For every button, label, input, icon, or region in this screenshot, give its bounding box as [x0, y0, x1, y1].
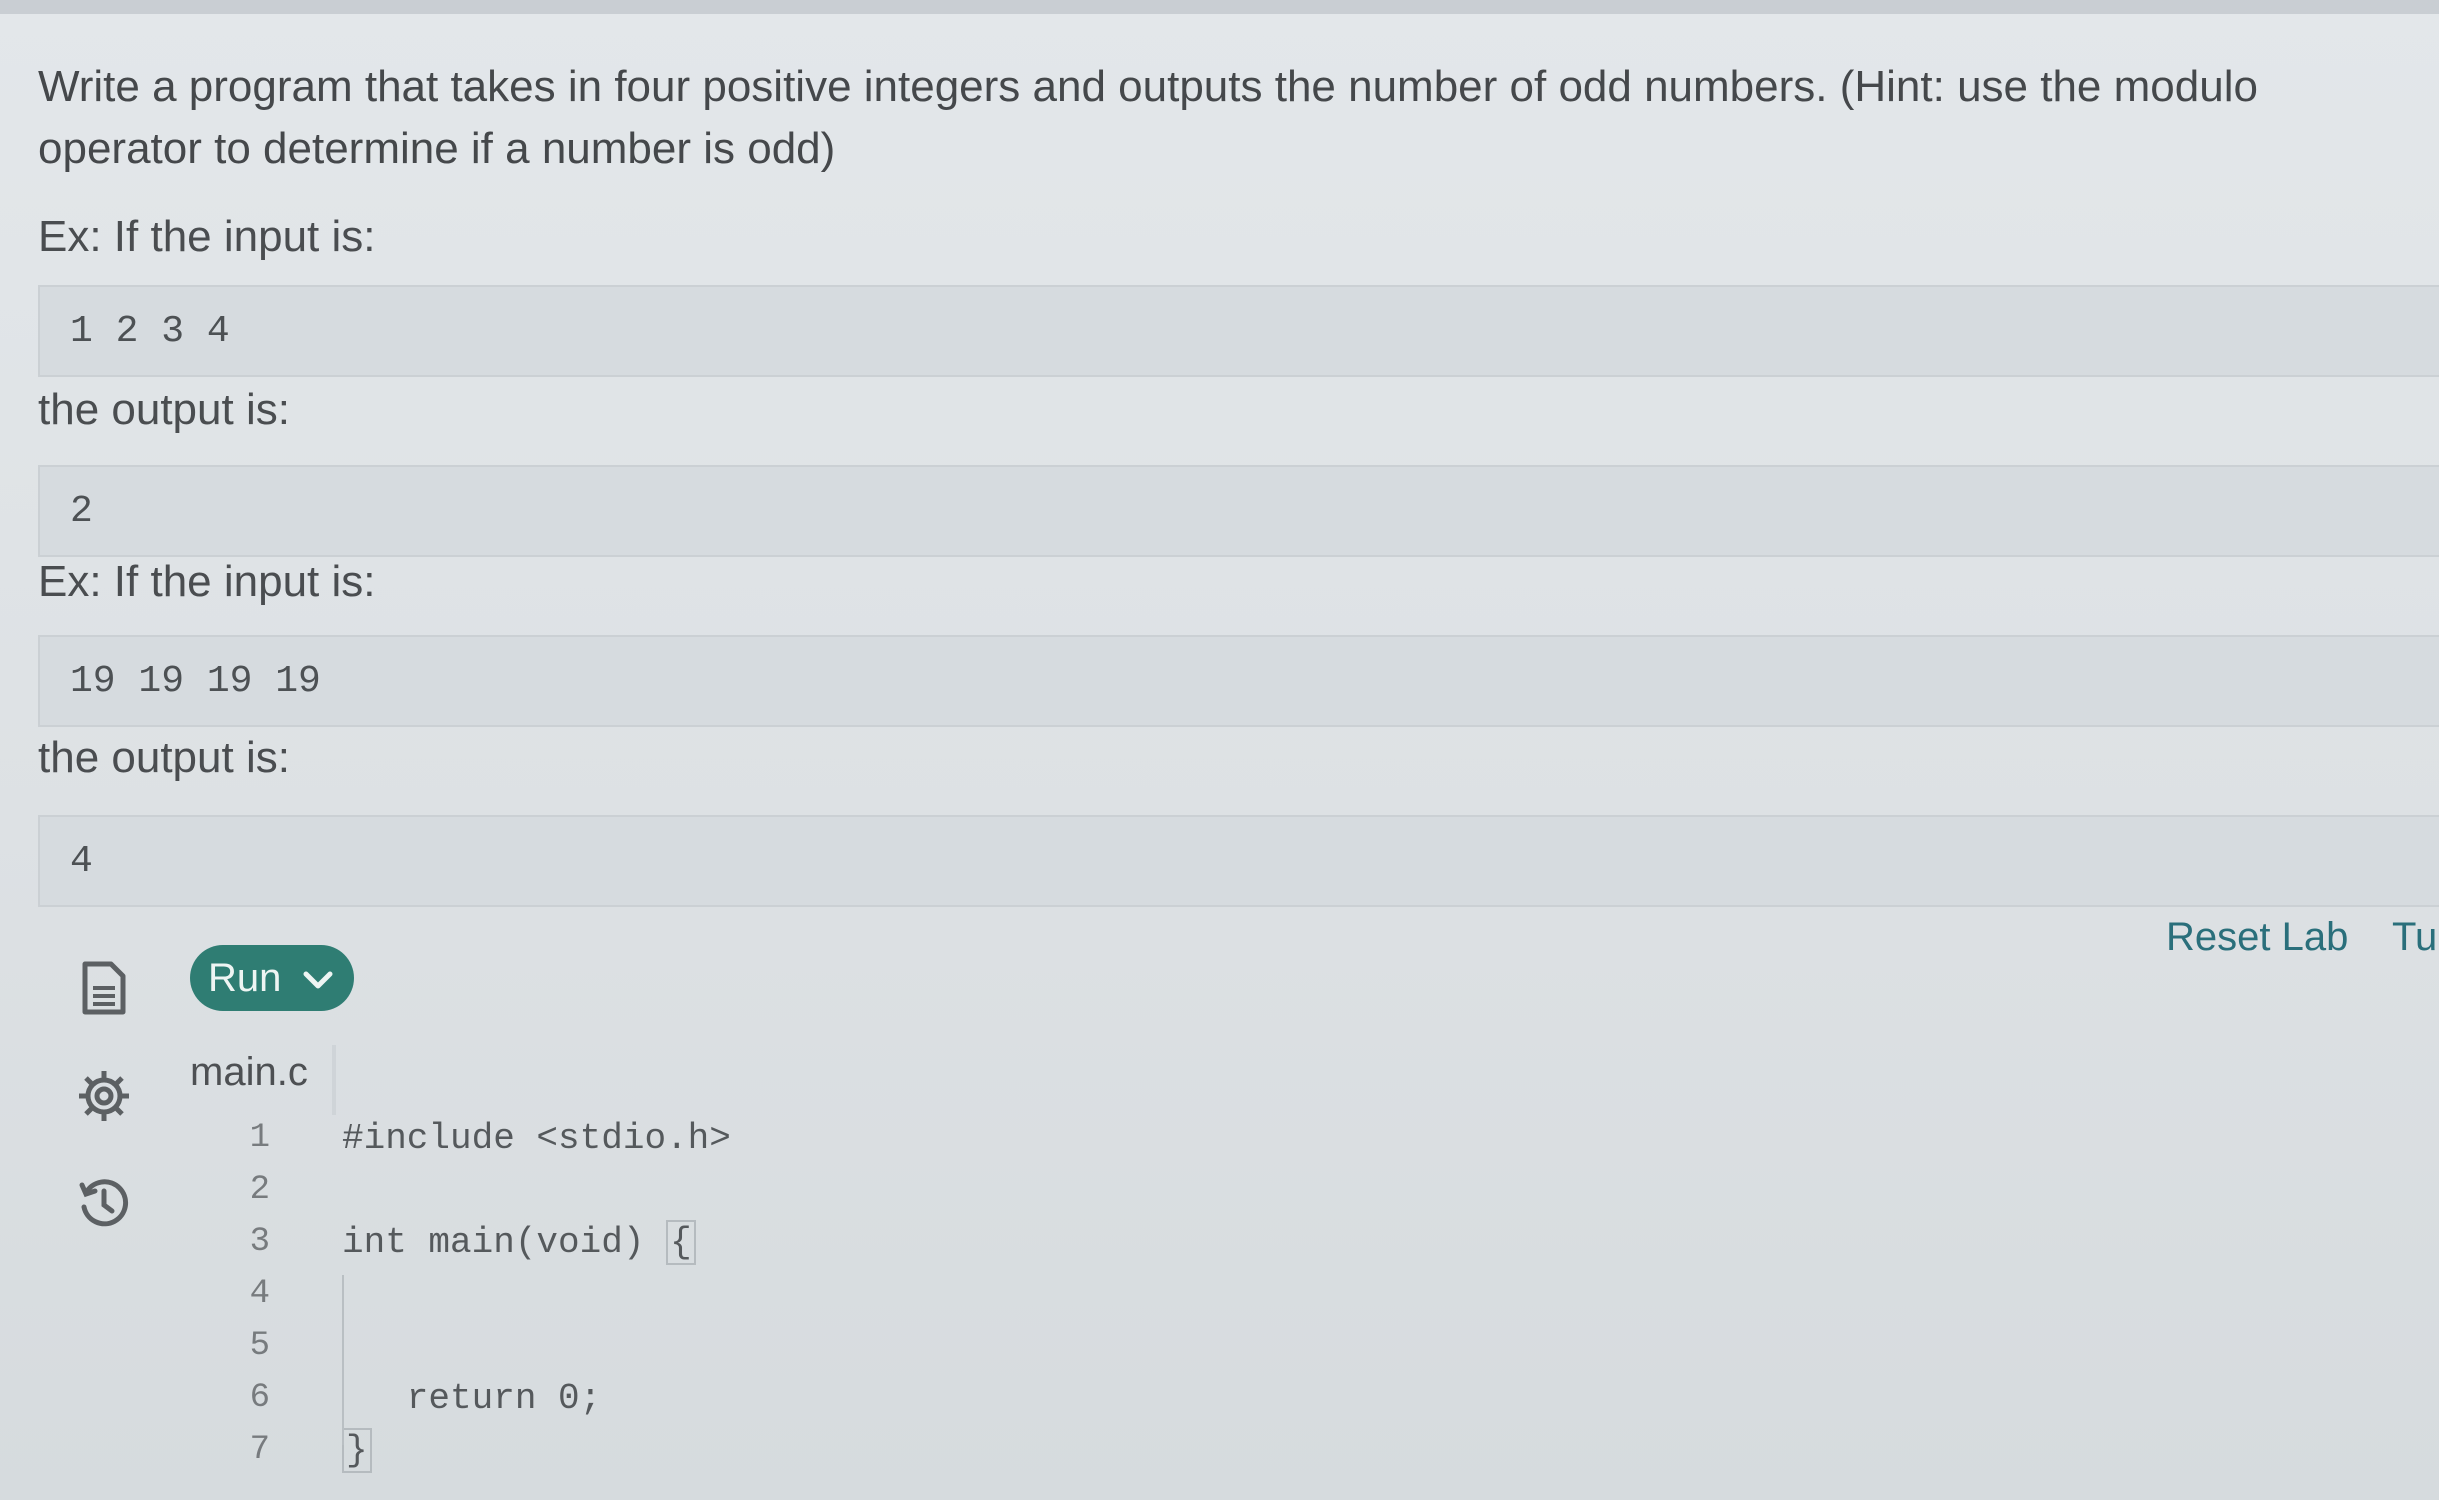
code-text: #include <stdio.h>: [342, 1117, 731, 1159]
example-1-output-label: the output is:: [38, 385, 290, 434]
line-number: 3: [249, 1223, 270, 1261]
example-2-input-label: Ex: If the input is:: [38, 557, 376, 606]
example-2-output-box: 4: [38, 815, 2439, 907]
code-text-main-signature: int main(void) {: [342, 1219, 696, 1265]
matched-open-brace: {: [666, 1219, 696, 1265]
code-line: 1 #include <stdio.h>: [230, 1112, 2439, 1164]
gear-icon-graphic: [79, 1071, 129, 1121]
example-2-output-label: the output is:: [38, 733, 290, 782]
code-editor[interactable]: 1 #include <stdio.h> 2 3 int main(void) …: [230, 1112, 2439, 1500]
line-number: 6: [249, 1379, 270, 1417]
line-number: 7: [249, 1431, 270, 1469]
indent-guide: [342, 1275, 344, 1445]
run-button[interactable]: Run: [190, 945, 354, 1011]
document-icon[interactable]: [76, 960, 132, 1016]
line-number: 5: [249, 1327, 270, 1365]
code-line: 5: [230, 1320, 2439, 1372]
chevron-down-icon: [303, 956, 333, 1001]
code-text: int main(void): [342, 1221, 667, 1263]
code-line: 7 }: [230, 1424, 2439, 1476]
document-icon-graphic: [82, 961, 126, 1015]
code-text: return 0;: [342, 1377, 602, 1419]
history-icon[interactable]: [76, 1175, 132, 1231]
run-button-label: Run: [208, 955, 282, 1000]
line-number: 4: [249, 1275, 270, 1313]
reset-lab-link[interactable]: Reset Lab: [2166, 915, 2348, 960]
file-tab-main-c[interactable]: main.c: [190, 1050, 308, 1095]
lab-page: Write a program that takes in four posit…: [0, 0, 2439, 1500]
example-1-input-box: 1 2 3 4: [38, 285, 2439, 377]
code-line: 2: [230, 1164, 2439, 1216]
code-line: 6 return 0;: [230, 1372, 2439, 1424]
problem-statement: Write a program that takes in four posit…: [38, 62, 2258, 173]
example-2-input-box: 19 19 19 19: [38, 635, 2439, 727]
example-1-input-label: Ex: If the input is:: [38, 212, 376, 261]
history-icon-graphic: [79, 1179, 129, 1227]
line-number: 2: [249, 1171, 270, 1209]
tutorial-link[interactable]: Tu: [2392, 915, 2437, 960]
line-number: 1: [249, 1119, 270, 1157]
top-bar: [0, 0, 2439, 14]
gear-icon[interactable]: [76, 1068, 132, 1124]
matched-close-brace: }: [342, 1427, 372, 1473]
code-text-close: }: [342, 1427, 372, 1473]
code-line: 3 int main(void) {: [230, 1216, 2439, 1268]
file-tab-divider: [332, 1045, 336, 1115]
code-line: 4: [230, 1268, 2439, 1320]
example-1-output-box: 2: [38, 465, 2439, 557]
